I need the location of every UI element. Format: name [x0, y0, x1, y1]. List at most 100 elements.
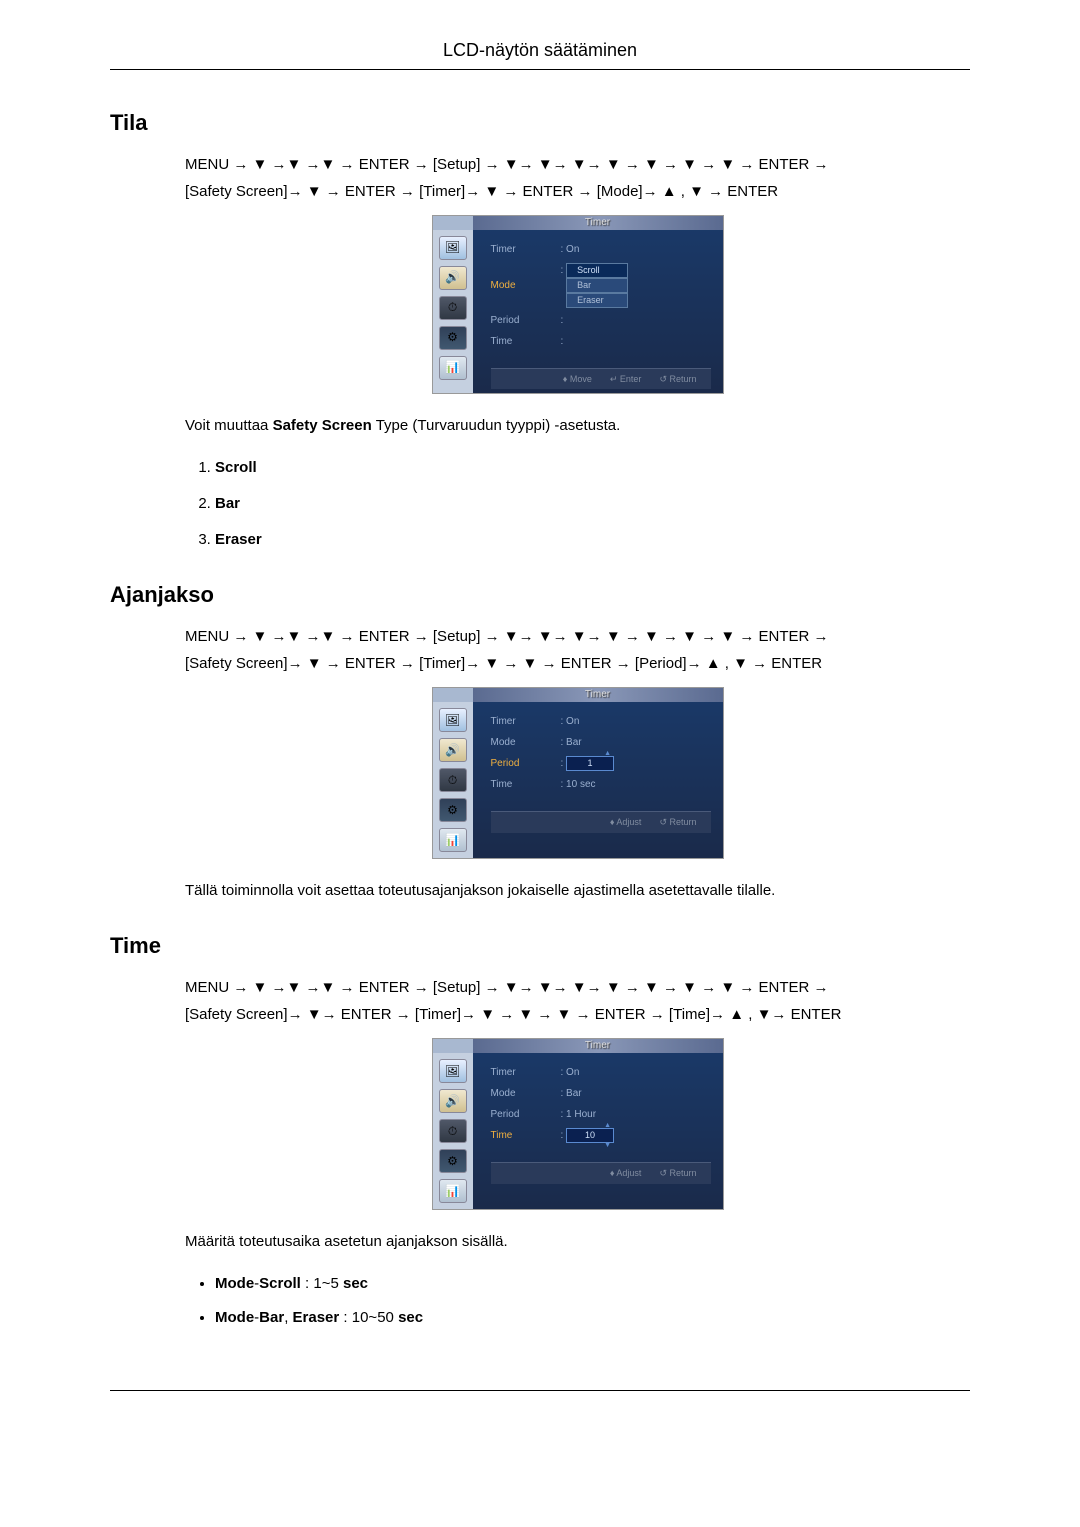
- footer-return: ↺ Return: [659, 372, 696, 386]
- dropdown-option-eraser: Eraser: [566, 293, 628, 308]
- osd-footer: ♦ Adjust ↺ Return: [491, 1162, 711, 1183]
- list-item-label: Scroll: [215, 459, 257, 476]
- nav-text: → ▼→ ▼→ ▼→ ▼ → ▼ → ▼ → ▼ → ENTER →: [480, 979, 828, 996]
- section-title-time: Time: [110, 933, 970, 959]
- desc-bold: Safety Screen: [273, 417, 372, 434]
- nav-time-label: [Time]: [669, 1006, 710, 1023]
- osd-value: : On: [561, 714, 711, 730]
- osd-sidebar: 🖼 🔊 ⏱ ⚙ 📊: [433, 702, 473, 858]
- list-item-label: Eraser: [215, 531, 262, 548]
- osd-value: : 1 Hour: [561, 1107, 711, 1123]
- b3: sec: [343, 1275, 368, 1292]
- nav-text: MENU → ▼ →▼ →▼ → ENTER →: [185, 979, 433, 996]
- osd-label: Period: [491, 313, 561, 329]
- nav-safety-screen-label: [Safety Screen]: [185, 1006, 288, 1023]
- settings-icon: ⚙: [439, 798, 467, 822]
- nav-timer-label: [Timer]: [415, 1006, 461, 1023]
- picture-icon: 🖼: [439, 236, 467, 260]
- ajanjakso-description: Tällä toiminnolla voit asettaa toteutusa…: [185, 879, 970, 903]
- page-footer-line: [110, 1390, 970, 1392]
- osd-label: Timer: [491, 1065, 561, 1081]
- osd-value: : Bar: [561, 735, 711, 751]
- info-icon: 📊: [439, 1179, 467, 1203]
- osd-title: Timer: [585, 1038, 610, 1054]
- osd-row-timer: Timer : On: [491, 242, 711, 258]
- osd-label: Time: [491, 777, 561, 793]
- settings-icon: ⚙: [439, 1149, 467, 1173]
- txt: : 10~50: [339, 1309, 398, 1326]
- nav-text: → ▼→ ENTER →: [288, 1006, 415, 1023]
- content-time: MENU → ▼ →▼ →▼ → ENTER → [Setup] → ▼→ ▼→…: [185, 974, 970, 1330]
- osd-sidebar: 🖼 🔊 ⏱ ⚙ 📊: [433, 230, 473, 393]
- osd-body: 🖼 🔊 ⏱ ⚙ 📊 Timer : On Mode : Bar: [433, 1053, 723, 1209]
- period-spinner: 1: [566, 756, 614, 771]
- osd-label: Mode: [491, 278, 561, 294]
- osd-header: Timer: [433, 216, 723, 230]
- osd-label: Mode: [491, 735, 561, 751]
- b2: Bar: [259, 1309, 284, 1326]
- nav-mode-label: [Mode]: [597, 183, 643, 200]
- osd-header: Timer: [433, 1039, 723, 1053]
- footer-move: ♦ Move: [563, 372, 592, 386]
- osd-value: : 10: [561, 1128, 711, 1144]
- nav-text: MENU → ▼ →▼ →▼ → ENTER →: [185, 628, 433, 645]
- b2: Scroll: [259, 1275, 301, 1292]
- osd-value: : Bar: [561, 1086, 711, 1102]
- footer-adjust: ♦ Adjust: [610, 1166, 642, 1180]
- osd-label: Period: [491, 1107, 561, 1123]
- osd-row-period: Period : 1: [491, 756, 711, 772]
- mode-dropdown: Scroll Bar Eraser: [566, 263, 628, 308]
- nav-safety-screen-label: [Safety Screen]: [185, 183, 288, 200]
- osd-row-mode: Mode : Bar: [491, 1086, 711, 1102]
- desc-text: Type (Turvaruudun tyyppi) -asetusta.: [372, 417, 620, 434]
- nav-period-label: [Period]: [635, 655, 687, 672]
- sound-icon: 🔊: [439, 1089, 467, 1113]
- desc-text: Voit muuttaa: [185, 417, 273, 434]
- osd-row-time: Time : 10: [491, 1128, 711, 1144]
- footer-return: ↺ Return: [659, 1166, 696, 1180]
- osd-body: 🖼 🔊 ⏱ ⚙ 📊 Timer : On Mode :: [433, 230, 723, 393]
- document-page: LCD-näytön säätäminen Tila MENU → ▼ →▼ →…: [0, 0, 1080, 1432]
- nav-text: → ▼ → ENTER →: [465, 183, 597, 200]
- osd-row-time: Time :: [491, 334, 711, 350]
- osd-sidebar: 🖼 🔊 ⏱ ⚙ 📊: [433, 1053, 473, 1209]
- nav-path-ajanjakso: MENU → ▼ →▼ →▼ → ENTER → [Setup] → ▼→ ▼→…: [185, 623, 970, 677]
- osd-row-period: Period :: [491, 313, 711, 329]
- b3: sec: [398, 1309, 423, 1326]
- nav-path-time: MENU → ▼ →▼ →▼ → ENTER → [Setup] → ▼→ ▼→…: [185, 974, 970, 1028]
- b1: Mode: [215, 1275, 254, 1292]
- info-icon: 📊: [439, 828, 467, 852]
- dropdown-option-scroll: Scroll: [566, 263, 628, 278]
- picture-icon: 🖼: [439, 708, 467, 732]
- nav-text: MENU → ▼ →▼ →▼ → ENTER →: [185, 156, 433, 173]
- sound-icon: 🔊: [439, 738, 467, 762]
- nav-setup-label: [Setup]: [433, 156, 481, 173]
- sound-icon: 🔊: [439, 266, 467, 290]
- osd-value: : On: [561, 1065, 711, 1081]
- setup-icon: ⏱: [439, 768, 467, 792]
- osd-value: :: [561, 313, 711, 329]
- osd-row-timer: Timer : On: [491, 1065, 711, 1081]
- osd-title: Timer: [585, 215, 610, 231]
- nav-text: → ▼ → ▼ → ENTER →: [465, 655, 635, 672]
- content-ajanjakso: MENU → ▼ →▼ →▼ → ENTER → [Setup] → ▼→ ▼→…: [185, 623, 970, 903]
- nav-setup-label: [Setup]: [433, 979, 481, 996]
- b2b: Eraser: [293, 1309, 340, 1326]
- osd-title: Timer: [585, 687, 610, 703]
- b1: Mode: [215, 1309, 254, 1326]
- time-description: Määritä toteutusaika asetetun ajanjakson…: [185, 1230, 970, 1254]
- settings-icon: ⚙: [439, 326, 467, 350]
- time-bullets: Mode-Scroll : 1~5 sec Mode-Bar, Eraser :…: [185, 1272, 970, 1330]
- osd-label: Time: [491, 1128, 561, 1144]
- list-item: Scroll: [215, 456, 970, 480]
- section-title-tila: Tila: [110, 110, 970, 136]
- nav-text: → ▲ , ▼ → ENTER: [643, 183, 779, 200]
- osd-value: : Scroll Bar Eraser: [561, 263, 711, 308]
- sep: ,: [284, 1309, 292, 1326]
- osd-main: Timer : On Mode : Bar Period : 1 Hour Ti…: [473, 1053, 723, 1209]
- page-header: LCD-näytön säätäminen: [110, 40, 970, 70]
- osd-value: :: [561, 334, 711, 350]
- footer-enter: ↵ Enter: [610, 372, 642, 386]
- list-item: Eraser: [215, 528, 970, 552]
- nav-timer-label: [Timer]: [419, 655, 465, 672]
